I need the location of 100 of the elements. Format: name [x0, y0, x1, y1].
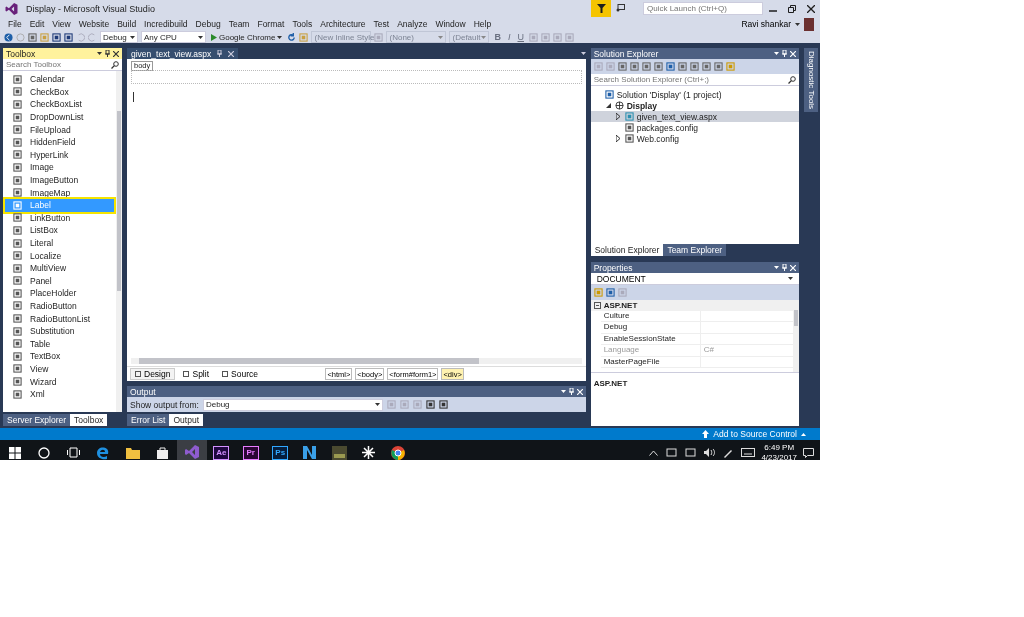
- control-list-item[interactable]: MultiView: [5, 261, 114, 275]
- menu-item[interactable]: Analyze: [393, 17, 432, 31]
- circle-icon: [38, 446, 51, 459]
- menu-item[interactable]: Help: [469, 17, 496, 31]
- search-icon[interactable]: [111, 60, 119, 69]
- menu-item[interactable]: Test: [369, 17, 394, 31]
- tree-item[interactable]: Solution 'Display' (1 project): [590, 89, 800, 100]
- window-tab[interactable]: Toolbox: [70, 414, 108, 426]
- notification-icon[interactable]: [803, 447, 814, 458]
- window-tab[interactable]: Error List: [127, 414, 170, 426]
- control-list-item[interactable]: Calendar: [5, 73, 114, 86]
- control-list-item[interactable]: Xml: [5, 387, 114, 401]
- control-list-item[interactable]: Panel: [5, 274, 114, 288]
- window-tab[interactable]: Server Explorer: [3, 414, 71, 426]
- menu-item[interactable]: Tools: [288, 17, 317, 31]
- caret-icon: [130, 35, 135, 39]
- menu-item[interactable]: Architecture: [316, 17, 370, 31]
- description-title: ASP.NET: [593, 379, 628, 388]
- scrollbar[interactable]: [131, 358, 582, 364]
- view-tab[interactable]: Design: [130, 368, 176, 380]
- tree-item[interactable]: packages.config: [590, 122, 800, 133]
- taskbar-app[interactable]: Ps: [265, 440, 295, 460]
- format-button[interactable]: I: [506, 32, 513, 42]
- scrollbar[interactable]: [116, 71, 122, 412]
- window-tab[interactable]: Solution Explorer: [590, 244, 664, 256]
- tree-item[interactable]: Display: [590, 100, 800, 111]
- window-tab[interactable]: Team Explorer: [663, 244, 727, 256]
- output-source-dropdown[interactable]: Debug: [203, 398, 383, 411]
- feedback-icon[interactable]: [615, 3, 625, 14]
- run-button[interactable]: Google Chrome: [209, 32, 285, 42]
- format-button[interactable]: U: [515, 32, 526, 42]
- menu-item[interactable]: Incredibuild: [140, 17, 192, 31]
- windows-logo-icon: [8, 446, 21, 459]
- menu-item[interactable]: Window: [431, 17, 470, 31]
- app-tile[interactable]: Ps: [272, 445, 289, 460]
- quick-launch-field[interactable]: Quick Launch (Ctrl+Q): [643, 2, 763, 15]
- control-list-item[interactable]: Table: [5, 337, 114, 351]
- control-list-item[interactable]: ListBox: [5, 224, 114, 237]
- clock[interactable]: 6:49 PM 4/23/2017: [761, 442, 797, 460]
- control-list-item[interactable]: TextBox: [5, 350, 114, 363]
- scrollbar[interactable]: [793, 300, 800, 372]
- control-list-item[interactable]: HyperLink: [5, 148, 114, 162]
- taskbar-app[interactable]: Ae: [206, 440, 236, 460]
- control-list-item[interactable]: RadioButton: [5, 299, 114, 313]
- app-tile[interactable]: Pr: [242, 445, 259, 460]
- user-menu[interactable]: Ravi shankar: [737, 19, 804, 29]
- collapsed-arrow-icon[interactable]: [616, 113, 621, 120]
- collapsed-arrow-icon[interactable]: [616, 135, 621, 142]
- app-tile[interactable]: Ae: [213, 445, 230, 460]
- avatar-placeholder[interactable]: [804, 17, 814, 31]
- pen-icon[interactable]: [723, 447, 734, 458]
- view-tab[interactable]: Source: [217, 368, 263, 380]
- control-list-item[interactable]: FileUpload: [5, 123, 114, 136]
- tree-item[interactable]: given_text_view.aspx: [590, 111, 800, 122]
- control-list-item[interactable]: RadioButtonList: [5, 312, 114, 325]
- panel-title: Output: [130, 386, 157, 397]
- control-list-item[interactable]: CheckBoxList: [5, 98, 114, 111]
- control-list-item[interactable]: LinkButton: [5, 211, 114, 225]
- object-dropdown[interactable]: DOCUMENT: [590, 273, 800, 285]
- platform-dropdown[interactable]: Any CPU: [141, 31, 206, 43]
- tree-item[interactable]: Web.config: [590, 133, 800, 144]
- taskbar-app[interactable]: Pr: [236, 440, 266, 460]
- menu-item[interactable]: View: [48, 17, 75, 31]
- configuration-dropdown[interactable]: Debug: [100, 31, 138, 43]
- menu-item[interactable]: Edit: [25, 17, 49, 31]
- menu-item[interactable]: Team: [224, 17, 254, 31]
- notification-filter-button[interactable]: [591, 0, 611, 17]
- control-list-item[interactable]: Substitution: [5, 324, 114, 338]
- control-list-item[interactable]: Image: [5, 161, 114, 174]
- menu-item[interactable]: Format: [253, 17, 289, 31]
- speaker-icon[interactable]: [704, 448, 716, 457]
- menu-item[interactable]: Website: [74, 17, 114, 31]
- control-list-item[interactable]: Literal: [5, 236, 114, 250]
- source-control-button[interactable]: Add to Source Control: [696, 428, 812, 440]
- view-icon: [183, 371, 190, 377]
- keyboard-icon[interactable]: [741, 448, 756, 457]
- tray-app-icon[interactable]: [666, 448, 678, 457]
- window-tab[interactable]: Output: [169, 414, 203, 426]
- expanded-arrow-icon[interactable]: [605, 103, 611, 108]
- control-list-item[interactable]: Wizard: [5, 375, 114, 388]
- search-field[interactable]: Search Toolbox: [3, 59, 122, 71]
- menu-item[interactable]: File: [4, 17, 26, 31]
- control-list-item[interactable]: CheckBox: [5, 85, 114, 99]
- chevron-up-icon[interactable]: [649, 449, 659, 456]
- control-list-item[interactable]: Localize: [5, 249, 114, 262]
- control-list-item[interactable]: DropDownList: [5, 110, 114, 124]
- side-tab[interactable]: Diagnostic Tools: [804, 48, 818, 112]
- menu-item[interactable]: Build: [113, 17, 141, 31]
- view-tab[interactable]: Split: [178, 368, 214, 380]
- control-list-item[interactable]: HiddenField: [5, 135, 114, 149]
- control-list-item[interactable]: ImageButton: [5, 173, 114, 187]
- close-icon[interactable]: [113, 50, 119, 57]
- control-list-item[interactable]: ImageMap: [5, 186, 114, 199]
- control-list-item[interactable]: View: [5, 362, 114, 376]
- control-list-item[interactable]: PlaceHolder: [5, 287, 114, 300]
- menu-item[interactable]: Debug: [191, 17, 225, 31]
- pin-icon[interactable]: [105, 50, 110, 57]
- search-icon[interactable]: [788, 75, 797, 84]
- format-button[interactable]: B: [492, 32, 503, 42]
- property-name: Culture: [600, 311, 701, 322]
